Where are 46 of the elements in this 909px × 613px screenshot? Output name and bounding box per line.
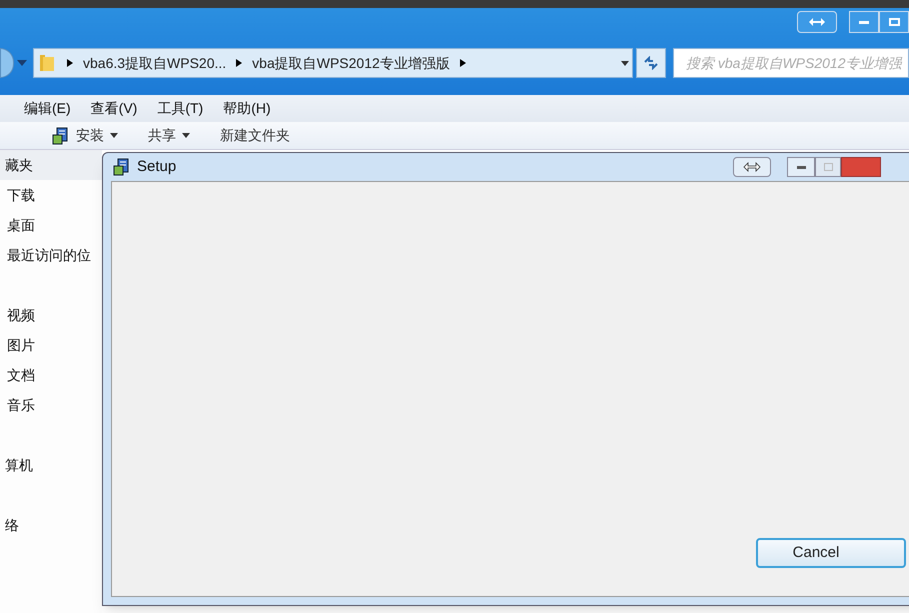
nav-item[interactable]: 图片	[0, 330, 102, 360]
breadcrumb[interactable]: vba提取自WPS2012专业增强版	[252, 52, 450, 74]
minimize-icon	[859, 20, 869, 24]
breadcrumb-arrow-icon	[236, 59, 242, 67]
menu-item[interactable]: 工具(T)	[157, 98, 204, 119]
menu-item[interactable]: 帮助(H)	[223, 98, 271, 119]
nav-item[interactable]: 文档	[0, 360, 102, 390]
address-bar[interactable]: vba6.3提取自WPS20... vba提取自WPS2012专业增强版	[33, 48, 633, 78]
caret-icon	[110, 133, 118, 138]
maximize-icon	[888, 18, 900, 26]
double-arrow-icon	[808, 17, 826, 27]
nav-group-header[interactable]: 算机	[0, 450, 102, 480]
toolbar-button[interactable]: 安装	[52, 125, 118, 146]
nav-item[interactable]: 视频	[0, 300, 102, 330]
breadcrumb-arrow-icon	[67, 59, 73, 67]
snap-button[interactable]	[733, 157, 771, 177]
nav-item[interactable]: 最近访问的位	[0, 240, 102, 270]
toolbar-button[interactable]: 新建文件夹	[220, 125, 290, 146]
maximize-button[interactable]	[815, 157, 841, 177]
toolbar-button[interactable]: 共享	[148, 125, 190, 146]
folder-icon	[37, 53, 57, 73]
nav-item[interactable]: 桌面	[0, 210, 102, 240]
dropdown-icon	[17, 60, 27, 66]
caret-icon	[621, 60, 629, 66]
menu-item[interactable]: 编辑(E)	[24, 98, 71, 119]
back-button[interactable]	[0, 48, 14, 78]
search-field[interactable]: 搜索 vba提取自WPS2012专业增强	[673, 48, 909, 78]
nav-item[interactable]: 下载	[0, 180, 102, 210]
window-title: Setup	[137, 156, 176, 177]
nav-group-header[interactable]: 络	[0, 510, 102, 540]
installer-icon	[113, 158, 131, 176]
caret-icon	[182, 133, 190, 138]
maximize-icon	[824, 163, 832, 171]
nav-group-header[interactable]: 藏夹	[0, 150, 102, 180]
double-arrow-icon	[743, 162, 761, 172]
installer-icon	[52, 126, 70, 144]
minimize-button[interactable]	[787, 157, 815, 177]
nav-item[interactable]: 音乐	[0, 390, 102, 420]
refresh-icon	[643, 56, 659, 70]
menu-item[interactable]: 查看(V)	[90, 98, 138, 119]
cancel-button[interactable]: Cancel	[756, 538, 906, 568]
breadcrumb[interactable]: vba6.3提取自WPS20...	[83, 52, 226, 74]
refresh-button[interactable]	[636, 48, 666, 78]
close-button[interactable]	[841, 157, 881, 177]
minimize-icon	[796, 166, 806, 168]
breadcrumb-arrow-icon	[460, 59, 466, 67]
